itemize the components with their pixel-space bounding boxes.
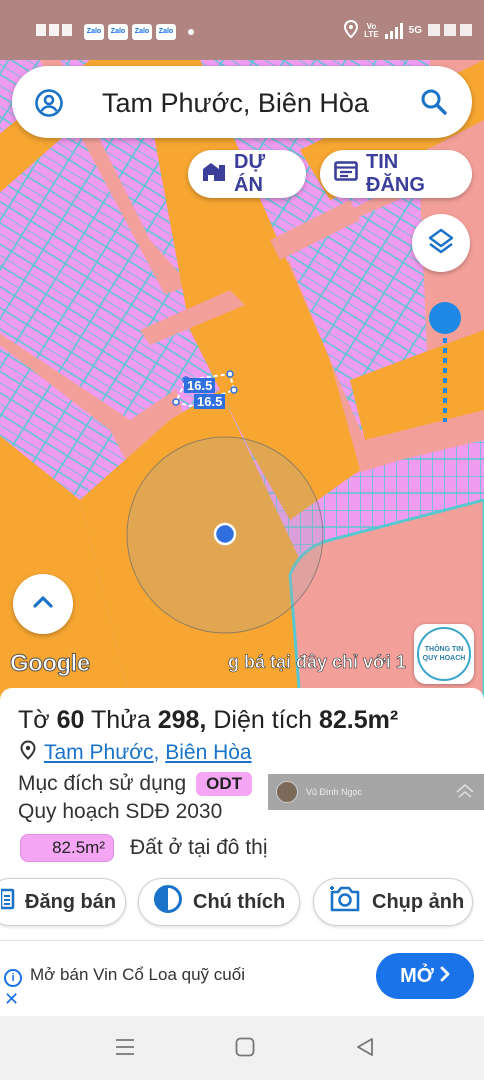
layers-button[interactable]	[412, 214, 470, 272]
planning-label: Quy hoạch SDĐ 2030	[18, 800, 223, 823]
notification-icon	[36, 22, 80, 41]
ad-open-button[interactable]: MỞ	[376, 953, 474, 999]
area-badge: 82.5m²	[20, 834, 114, 862]
legend-label: Chú thích	[193, 890, 286, 913]
watermark-name: Vũ Đình Ngọc	[306, 787, 363, 797]
ad-banner[interactable]: i Mở bán Vin Cổ Loa quỹ cuối ✕ MỞ	[0, 940, 484, 1016]
signal-icon-2	[428, 21, 474, 40]
zalo-icon: Zalo	[156, 23, 176, 40]
sheet-number: 60	[56, 706, 85, 734]
parcel-info-panel: Tờ 60 Thửa 298, Diện tích 82.5m² Tam Phư…	[0, 688, 484, 940]
camera-icon	[328, 885, 362, 919]
ward-link[interactable]: Tam Phước	[44, 741, 154, 765]
parcel-title: Tờ 60 Thửa 298, Diện tích 82.5m²	[18, 706, 399, 734]
projects-chip-label: DỰ ÁN	[234, 151, 266, 196]
plot-dimension-label: 16.5	[194, 394, 226, 409]
planning-info-button[interactable]: THÔNG TIN QUY HOẠCH	[414, 624, 474, 684]
listings-chip[interactable]: TIN ĐĂNG	[320, 150, 472, 198]
take-photo-label: Chụp ảnh	[372, 890, 465, 913]
post-sale-label: Đăng bán	[25, 890, 117, 913]
land-use-row: Mục đích sử dụng ODT	[18, 772, 253, 796]
land-use-code-badge: ODT	[196, 772, 253, 796]
ad-open-label: MỞ	[400, 964, 434, 987]
projects-chip[interactable]: DỰ ÁN	[188, 150, 306, 198]
planning-area-row: 82.5m² Đất ở tại đô thị	[20, 834, 268, 862]
parcel-location: Tam Phước, Biên Hòa	[20, 740, 252, 766]
recent-apps-icon[interactable]	[114, 1036, 136, 1063]
chevron-up-icon	[32, 595, 54, 614]
planning-info-logo: THÔNG TIN QUY HOẠCH	[417, 627, 471, 681]
user-watermark: Vũ Đình Ngọc	[268, 774, 484, 810]
system-indicators: Vo LTE 5G	[344, 19, 474, 41]
location-pin-icon	[20, 740, 36, 766]
status-bar: Zalo Zalo Zalo Zalo Vo LTE 5G	[0, 0, 484, 60]
zalo-icon: Zalo	[108, 23, 128, 40]
ad-info-icon[interactable]: i	[4, 969, 22, 987]
logo-icon	[456, 783, 474, 801]
close-icon[interactable]: ✕	[4, 989, 19, 1010]
carrier-label: 5G	[408, 25, 422, 36]
more-notifications-dot	[188, 28, 194, 35]
zalo-icon: Zalo	[84, 23, 104, 40]
expand-up-button[interactable]	[13, 574, 73, 634]
zalo-icon: Zalo	[132, 23, 152, 40]
land-type-description: Đất ở tại đô thị	[130, 836, 268, 859]
contrast-icon	[153, 884, 183, 920]
current-location-dot	[213, 522, 237, 546]
chevron-right-icon	[440, 965, 450, 988]
building-icon	[202, 160, 226, 188]
back-icon[interactable]	[354, 1036, 376, 1063]
location-pin-icon	[344, 19, 359, 41]
search-bar[interactable]: Tam Phước, Biên Hòa	[12, 66, 472, 138]
layers-icon	[426, 226, 456, 261]
google-logo: Google	[10, 650, 91, 678]
take-photo-button[interactable]: Chụp ảnh	[313, 878, 473, 926]
search-query[interactable]: Tam Phước, Biên Hòa	[102, 88, 369, 119]
volte-indicator: Vo LTE	[364, 21, 379, 39]
parcel-number: 298,	[157, 706, 207, 734]
search-icon[interactable]	[420, 88, 448, 121]
home-icon[interactable]	[234, 1036, 256, 1063]
avatar	[276, 781, 298, 803]
legend-button[interactable]: Chú thích	[138, 878, 300, 926]
post-sale-button[interactable]: Đăng bán	[0, 878, 126, 926]
system-navigation-bar	[0, 1016, 484, 1080]
city-link[interactable]: Biên Hòa	[165, 741, 251, 765]
listings-chip-label: TIN ĐĂNG	[366, 151, 425, 196]
parcel-area: 82.5m²	[318, 706, 399, 734]
account-icon[interactable]	[34, 88, 64, 123]
notification-icons: Zalo Zalo Zalo Zalo	[36, 22, 194, 41]
list-icon	[0, 888, 15, 916]
opacity-slider-knob[interactable]	[429, 302, 461, 334]
scrolling-ad-text: g bá tại đây chỉ với 1	[228, 652, 406, 672]
signal-icon	[384, 22, 403, 39]
plot-dimension-label: 16.5	[184, 378, 216, 393]
ad-text[interactable]: Mở bán Vin Cổ Loa quỹ cuối	[30, 965, 245, 985]
listing-icon	[334, 161, 358, 187]
land-use-label: Mục đích sử dụng	[18, 772, 187, 795]
